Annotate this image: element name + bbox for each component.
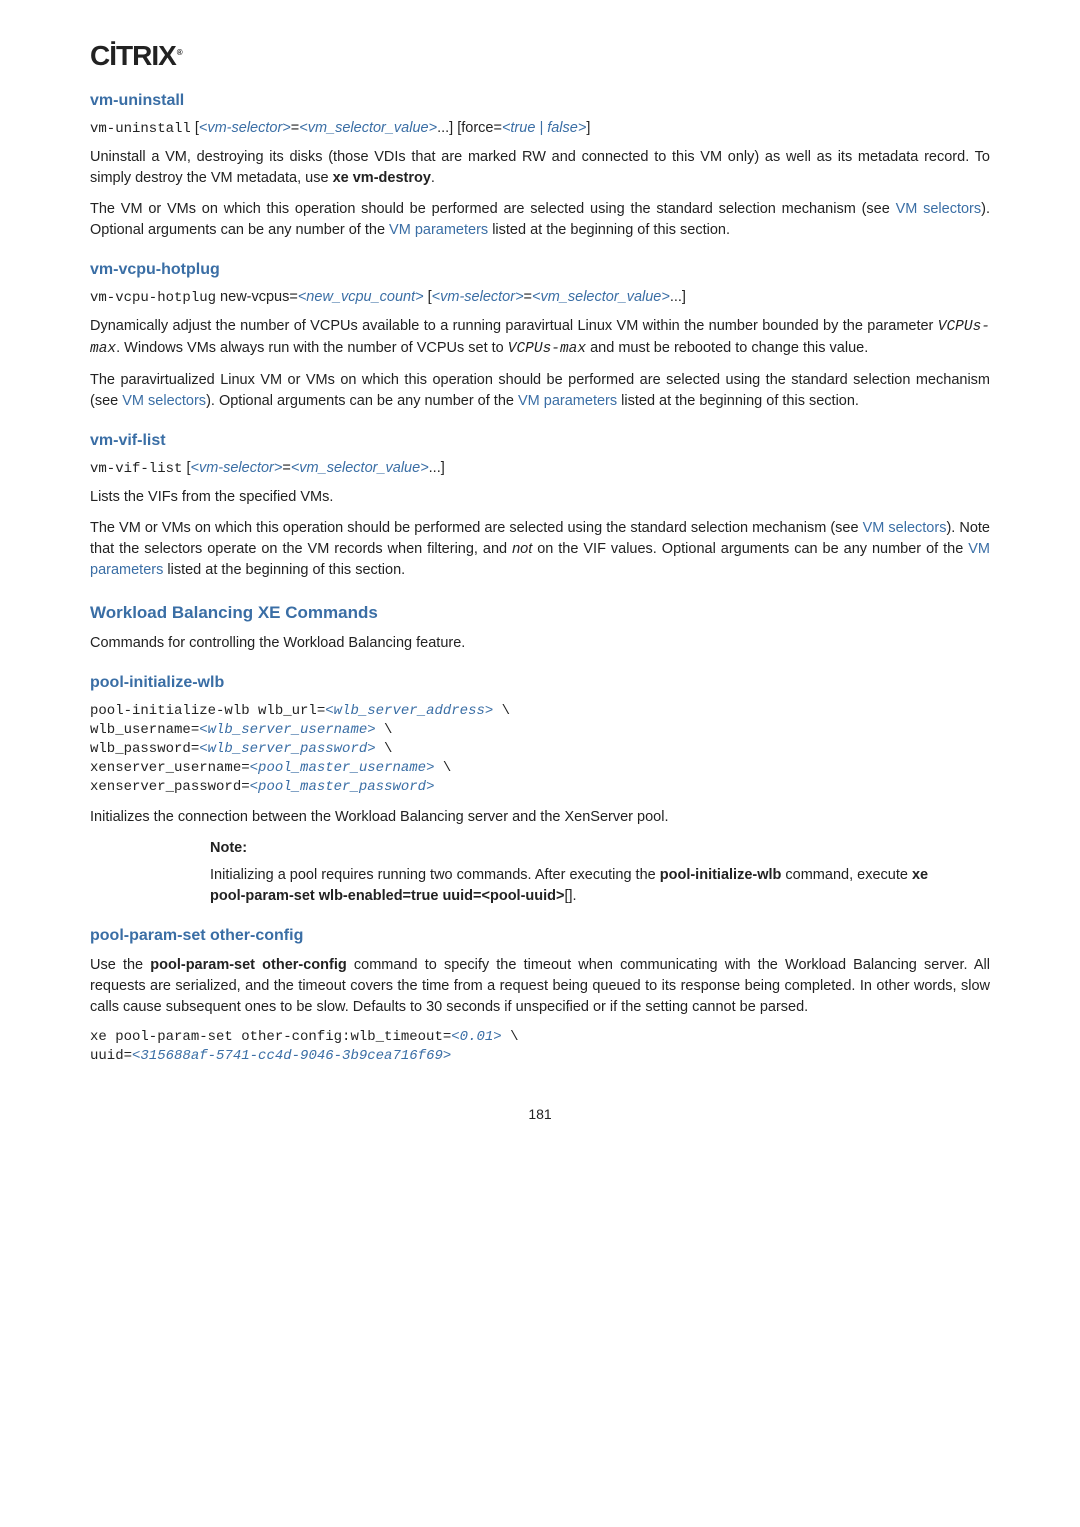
syntax-text: [	[191, 120, 199, 136]
paragraph: Commands for controlling the Workload Ba…	[90, 633, 990, 654]
heading-vm-vif-list: vm-vif-list	[90, 432, 990, 450]
code-text: \	[376, 722, 393, 738]
heading-vm-uninstall: vm-uninstall	[90, 92, 990, 110]
paragraph-text: . Windows VMs always run with the number…	[116, 340, 508, 356]
syntax-cmd: vm-vcpu-hotplug	[90, 290, 216, 306]
code-text: \	[434, 760, 451, 776]
code-placeholder: <0.01>	[451, 1029, 501, 1045]
heading-pool-param-set: pool-param-set other-config	[90, 927, 990, 945]
code-block-pool-initialize-wlb: pool-initialize-wlb wlb_url=<wlb_server_…	[90, 702, 990, 796]
syntax-cmd: vm-vif-list	[90, 461, 182, 477]
syntax-text: new-vcpus=	[216, 289, 298, 305]
paragraph: Use the pool-param-set other-config comm…	[90, 955, 990, 1018]
code-text: wlb_username=	[90, 722, 199, 738]
syntax-value: <vm_selector_value>	[299, 120, 437, 136]
code-placeholder: <pool_master_username>	[250, 760, 435, 776]
paragraph: The VM or VMs on which this operation sh…	[90, 199, 990, 241]
paragraph-bold: pool-param-set other-config	[150, 957, 346, 973]
syntax-selector: <vm-selector>	[190, 460, 282, 476]
note-bold: pool-initialize-wlb	[660, 867, 782, 883]
paragraph: Lists the VIFs from the specified VMs.	[90, 487, 990, 508]
paragraph: The VM or VMs on which this operation sh…	[90, 518, 990, 581]
code-placeholder: <pool_master_password>	[250, 779, 435, 795]
syntax-text: ...] [force=	[437, 120, 502, 136]
syntax-selector: <vm-selector>	[199, 120, 291, 136]
syntax-text: ...]	[670, 289, 686, 305]
paragraph-text: Uninstall a VM, destroying its disks (th…	[90, 149, 990, 186]
paragraph: Uninstall a VM, destroying its disks (th…	[90, 147, 990, 189]
code-text: pool-initialize-wlb wlb_url=	[90, 703, 325, 719]
syntax-text: =	[524, 289, 532, 305]
code-text: \	[502, 1029, 519, 1045]
code-text: xenserver_username=	[90, 760, 250, 776]
paragraph-text: ). Optional arguments can be any number …	[206, 393, 518, 409]
code-text: wlb_password=	[90, 741, 199, 757]
paragraph-text: listed at the beginning of this section.	[617, 393, 859, 409]
code-block-pool-param-set: xe pool-param-set other-config:wlb_timeo…	[90, 1028, 990, 1066]
code-text: \	[493, 703, 510, 719]
code-text: \	[376, 741, 393, 757]
logo-symbol: ®	[177, 48, 182, 57]
syntax-text: =	[282, 460, 290, 476]
paragraph-text: on the VIF values. Optional arguments ca…	[532, 541, 968, 557]
note-body: Initializing a pool requires running two…	[210, 865, 930, 907]
paragraph-text: listed at the beginning of this section.	[163, 562, 405, 578]
syntax-text: [	[424, 289, 432, 305]
note-text: Initializing a pool requires running two…	[210, 867, 660, 883]
code-text: xenserver_password=	[90, 779, 250, 795]
syntax-value: <vm_selector_value>	[291, 460, 429, 476]
code-placeholder: <wlb_server_password>	[199, 741, 375, 757]
link-vm-selectors[interactable]: VM selectors	[122, 393, 206, 409]
code-placeholder: <wlb_server_address>	[325, 703, 493, 719]
heading-wlb-commands: Workload Balancing XE Commands	[90, 603, 990, 623]
syntax-force: <true | false>	[502, 120, 586, 136]
heading-vm-vcpu-hotplug: vm-vcpu-hotplug	[90, 261, 990, 279]
paragraph-italic: not	[512, 541, 532, 557]
link-vm-parameters[interactable]: VM parameters	[518, 393, 617, 409]
note-label: Note:	[210, 838, 930, 859]
syntax-text: ]	[586, 120, 590, 136]
paragraph-text: Dynamically adjust the number of VCPUs a…	[90, 318, 938, 334]
paragraph-bold: xe vm-destroy	[333, 170, 431, 186]
paragraph: Initializes the connection between the W…	[90, 807, 990, 828]
syntax-vm-uninstall: vm-uninstall [<vm-selector>=<vm_selector…	[90, 120, 990, 137]
syntax-vm-vif-list: vm-vif-list [<vm-selector>=<vm_selector_…	[90, 460, 990, 477]
link-vm-selectors[interactable]: VM selectors	[863, 520, 947, 536]
code-placeholder: <wlb_server_username>	[199, 722, 375, 738]
paragraph-text: The VM or VMs on which this operation sh…	[90, 201, 896, 217]
code-text: xe pool-param-set other-config:wlb_timeo…	[90, 1029, 451, 1045]
syntax-selector: <vm-selector>	[432, 289, 524, 305]
heading-pool-initialize-wlb: pool-initialize-wlb	[90, 674, 990, 692]
syntax-text: ...]	[429, 460, 445, 476]
code-text: uuid=	[90, 1048, 132, 1064]
syntax-value: <vm_selector_value>	[532, 289, 670, 305]
paragraph-text: Use the	[90, 957, 150, 973]
note-block: Note: Initializing a pool requires runni…	[210, 838, 930, 907]
document-page: CİTRIX® vm-uninstall vm-uninstall [<vm-s…	[0, 0, 1080, 1152]
note-text: [].	[564, 888, 576, 904]
paragraph-text: The VM or VMs on which this operation sh…	[90, 520, 863, 536]
page-number: 181	[90, 1106, 990, 1122]
code-placeholder: <315688af-5741-cc4d-9046-3b9cea716f69>	[132, 1048, 451, 1064]
citrix-logo: CİTRIX®	[90, 40, 990, 72]
link-vm-selectors[interactable]: VM selectors	[896, 201, 982, 217]
syntax-text: =	[291, 120, 299, 136]
paragraph-text: .	[431, 170, 435, 186]
paragraph-code: VCPUs-max	[508, 341, 586, 357]
syntax-count: <new_vcpu_count>	[298, 289, 424, 305]
paragraph: Dynamically adjust the number of VCPUs a…	[90, 316, 990, 360]
paragraph-text: listed at the beginning of this section.	[488, 222, 730, 238]
paragraph-text: and must be rebooted to change this valu…	[586, 340, 868, 356]
syntax-cmd: vm-uninstall	[90, 121, 191, 137]
link-vm-parameters[interactable]: VM parameters	[389, 222, 488, 238]
logo-text: CİTRIX	[90, 40, 176, 71]
note-text: command, execute	[781, 867, 912, 883]
syntax-vm-vcpu-hotplug: vm-vcpu-hotplug new-vcpus=<new_vcpu_coun…	[90, 289, 990, 306]
paragraph: The paravirtualized Linux VM or VMs on w…	[90, 370, 990, 412]
